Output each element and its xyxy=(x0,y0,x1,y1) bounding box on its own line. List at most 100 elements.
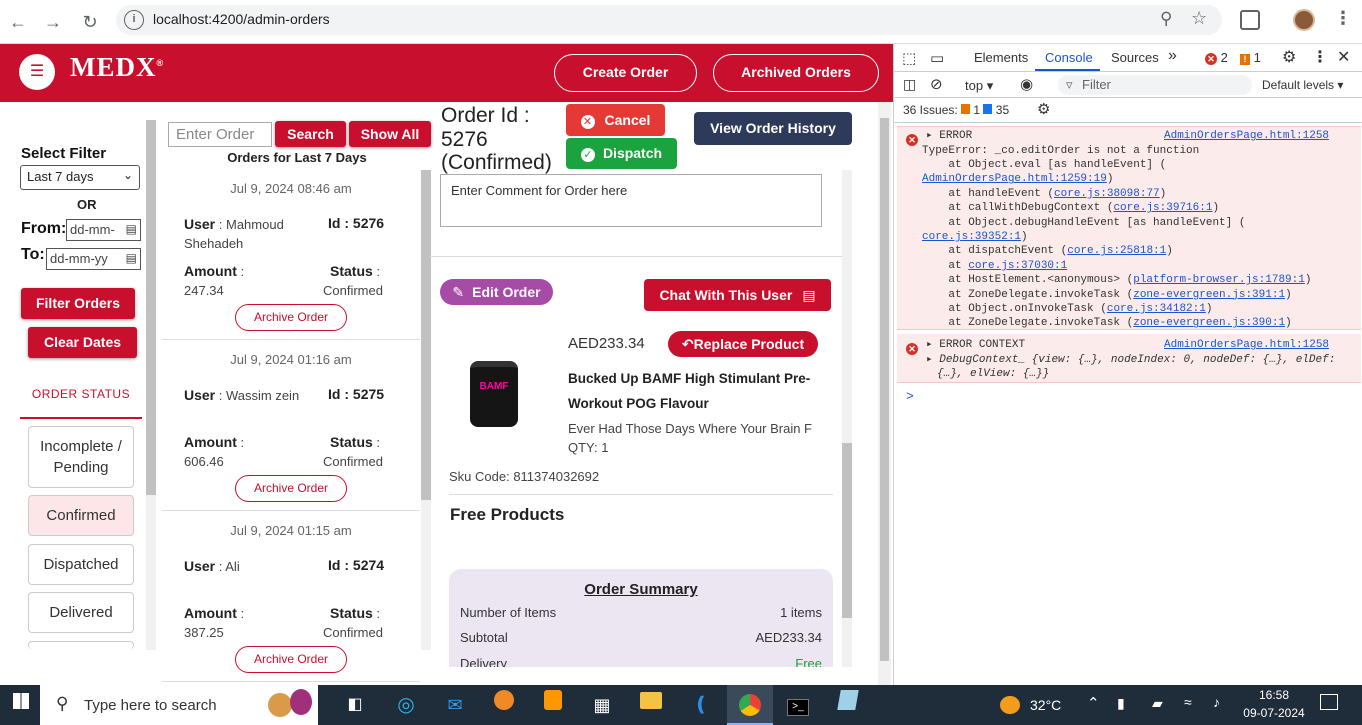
sidebar-toggle-icon[interactable]: ◫ xyxy=(903,76,916,93)
devtools-close-icon[interactable]: ✕ xyxy=(1337,47,1350,67)
network-icon[interactable]: ▰ xyxy=(1152,695,1163,712)
tab-console[interactable]: Console xyxy=(1045,50,1093,65)
stack-frame-link[interactable]: core.js:39352:1 xyxy=(922,231,1021,243)
live-expression-eye-icon[interactable]: ◉ xyxy=(1020,75,1033,93)
inspect-element-icon[interactable]: ⬚ xyxy=(902,49,916,67)
search-button[interactable]: Search xyxy=(275,121,346,147)
status-delivered[interactable]: Delivered xyxy=(28,592,134,633)
order-card[interactable]: Jul 9, 2024 01:15 am User : Ali Id : 5274 A… xyxy=(162,511,420,682)
stack-frame-link[interactable]: core.js:37030:1 xyxy=(968,260,1067,272)
dispatch-button[interactable]: ✓ Dispatch xyxy=(566,138,677,169)
weather-temperature[interactable]: 32°C xyxy=(1030,697,1061,713)
view-order-history-button[interactable]: View Order History xyxy=(694,112,852,145)
cancel-button[interactable]: ✕ Cancel xyxy=(566,104,665,136)
console-prompt[interactable]: > xyxy=(906,389,914,404)
error-count-badge[interactable]: ✕ 2 xyxy=(1205,50,1228,65)
detail-scroll-thumb[interactable] xyxy=(842,443,852,618)
stack-frame-link[interactable]: zone-evergreen.js:390:1 xyxy=(1133,317,1285,329)
devtools-settings-gear-icon[interactable]: ⚙ xyxy=(1282,47,1296,67)
status-incomplete-pending[interactable]: Incomplete / Pending xyxy=(28,426,134,488)
windows-start-icon[interactable] xyxy=(6,690,36,720)
wifi-icon[interactable]: ≈ xyxy=(1184,694,1192,710)
hamburger-menu-icon[interactable]: ☰ xyxy=(19,54,55,90)
orders-scroll-thumb[interactable] xyxy=(421,170,431,500)
archive-order-button[interactable]: Archive Order xyxy=(235,475,347,502)
left-panel-scroll-thumb[interactable] xyxy=(146,120,156,495)
volume-icon[interactable]: ♪ xyxy=(1213,694,1220,710)
stack-frame-link[interactable]: core.js:39716:1 xyxy=(1113,202,1212,214)
debug-context-object[interactable]: ▸ DebugContext_ {view: {…}, nodeIndex: 0… xyxy=(926,353,1335,367)
reload-icon[interactable]: ↻ xyxy=(76,8,104,36)
notification-center-icon[interactable] xyxy=(1320,694,1338,710)
zoom-icon[interactable]: ⚲ xyxy=(1160,9,1172,29)
order-card[interactable]: Jul 9, 2024 01:16 am User : Wassim zein Id… xyxy=(162,340,420,511)
clear-dates-button[interactable]: Clear Dates xyxy=(28,327,137,358)
error-context-source-link[interactable]: AdminOrdersPage.html:1258 xyxy=(1164,338,1329,352)
file-explorer-icon[interactable] xyxy=(636,690,666,720)
console-settings-gear-icon[interactable]: ⚙ xyxy=(1037,100,1050,118)
status-next-partial[interactable] xyxy=(28,641,134,649)
stack-frame-link[interactable]: core.js:34182:1 xyxy=(1107,303,1206,315)
stack-frame-link[interactable]: core.js:38098:77 xyxy=(1054,188,1160,200)
order-comment-textarea[interactable]: Enter Comment for Order here xyxy=(440,174,822,227)
edit-order-button[interactable]: ✎ Edit Order xyxy=(440,279,553,305)
extensions-icon[interactable] xyxy=(1240,10,1260,30)
chrome-taskbar-active[interactable] xyxy=(727,685,773,725)
archive-order-button[interactable]: Archive Order xyxy=(235,646,347,673)
sublime-text-icon[interactable] xyxy=(538,690,568,720)
profile-avatar[interactable] xyxy=(1293,9,1315,31)
status-confirmed[interactable]: Confirmed xyxy=(28,495,134,536)
task-view-icon[interactable]: ◧ xyxy=(340,690,370,720)
filter-select[interactable]: Last 7 days ⌄ xyxy=(20,165,140,190)
error-context-title[interactable]: ▸ ERROR CONTEXT xyxy=(926,338,1025,352)
tray-chevron-up-icon[interactable]: ⌃ xyxy=(1087,694,1100,712)
issues-summary[interactable]: 36 Issues: 1 35 xyxy=(903,103,1009,117)
weather-icon[interactable] xyxy=(1000,696,1020,714)
create-order-button[interactable]: Create Order xyxy=(554,54,697,92)
edge-icon[interactable]: ◎ xyxy=(391,690,421,720)
notepad-icon[interactable] xyxy=(833,690,863,720)
show-all-button[interactable]: Show All xyxy=(349,121,431,147)
taskbar-search-box[interactable]: ⚲ Type here to search xyxy=(40,685,318,725)
more-tabs-icon[interactable]: » xyxy=(1168,47,1177,65)
clock-date[interactable]: 09-07-2024 xyxy=(1240,706,1308,720)
bookmark-star-icon[interactable]: ☆ xyxy=(1191,8,1207,29)
devtools-menu-icon[interactable]: ⋮ xyxy=(1312,47,1328,67)
archive-order-button[interactable]: Archive Order xyxy=(235,304,347,331)
to-date-input[interactable]: dd-mm-yy ▤ xyxy=(46,248,141,270)
back-icon[interactable]: ← xyxy=(4,8,32,36)
warning-count-badge[interactable]: ! 1 xyxy=(1240,50,1261,65)
tab-sources[interactable]: Sources xyxy=(1111,50,1159,65)
vscode-icon[interactable]: ❪ xyxy=(686,690,716,720)
status-dispatched[interactable]: Dispatched xyxy=(28,544,134,585)
stack-frame-link[interactable]: core.js:25818:1 xyxy=(1067,245,1166,257)
console-filter-input[interactable]: ▿ Filter xyxy=(1058,75,1252,95)
device-toolbar-icon[interactable]: ▭ xyxy=(930,49,944,67)
battery-icon[interactable]: ▮ xyxy=(1117,695,1125,712)
forward-icon[interactable]: → xyxy=(39,8,67,36)
archived-orders-button[interactable]: Archived Orders xyxy=(713,54,879,92)
clear-console-icon[interactable]: ⊘ xyxy=(930,75,943,93)
context-selector[interactable]: top ▾ xyxy=(965,78,993,94)
page-scroll-thumb[interactable] xyxy=(880,118,889,661)
tab-elements[interactable]: Elements xyxy=(974,50,1028,65)
brave-icon[interactable] xyxy=(489,690,519,720)
filter-orders-button[interactable]: Filter Orders xyxy=(21,288,135,319)
browser-menu-icon[interactable]: ⋮ xyxy=(1334,8,1352,29)
terminal-icon[interactable]: >_ xyxy=(783,690,813,720)
stack-frame-link[interactable]: zone-evergreen.js:391:1 xyxy=(1133,289,1285,301)
order-search-input[interactable]: Enter Order xyxy=(168,122,272,147)
stack-frame-link[interactable]: platform-browser.js:1789:1 xyxy=(1133,274,1305,286)
chat-with-user-button[interactable]: Chat With This User ▤ xyxy=(644,279,831,311)
from-date-input[interactable]: dd-mm- ▤ xyxy=(66,219,141,241)
log-levels-dropdown[interactable]: Default levels ▾ xyxy=(1262,78,1343,92)
store-icon[interactable]: ▦ xyxy=(587,690,617,720)
replace-product-button[interactable]: ↶Replace Product xyxy=(668,331,818,357)
error-source-link[interactable]: AdminOrdersPage.html:1258 xyxy=(1164,129,1329,143)
order-card[interactable]: Jul 9, 2024 08:46 am User : Mahmoud Sheha… xyxy=(162,169,420,340)
address-bar[interactable]: i localhost:4200/admin-orders ⚲ ☆ xyxy=(116,5,1222,35)
mail-icon[interactable]: ✉ xyxy=(440,690,470,720)
stack-frame-link[interactable]: AdminOrdersPage.html:1259:19 xyxy=(922,173,1107,185)
clock-time[interactable]: 16:58 xyxy=(1242,688,1306,702)
site-info-icon[interactable]: i xyxy=(124,10,144,30)
